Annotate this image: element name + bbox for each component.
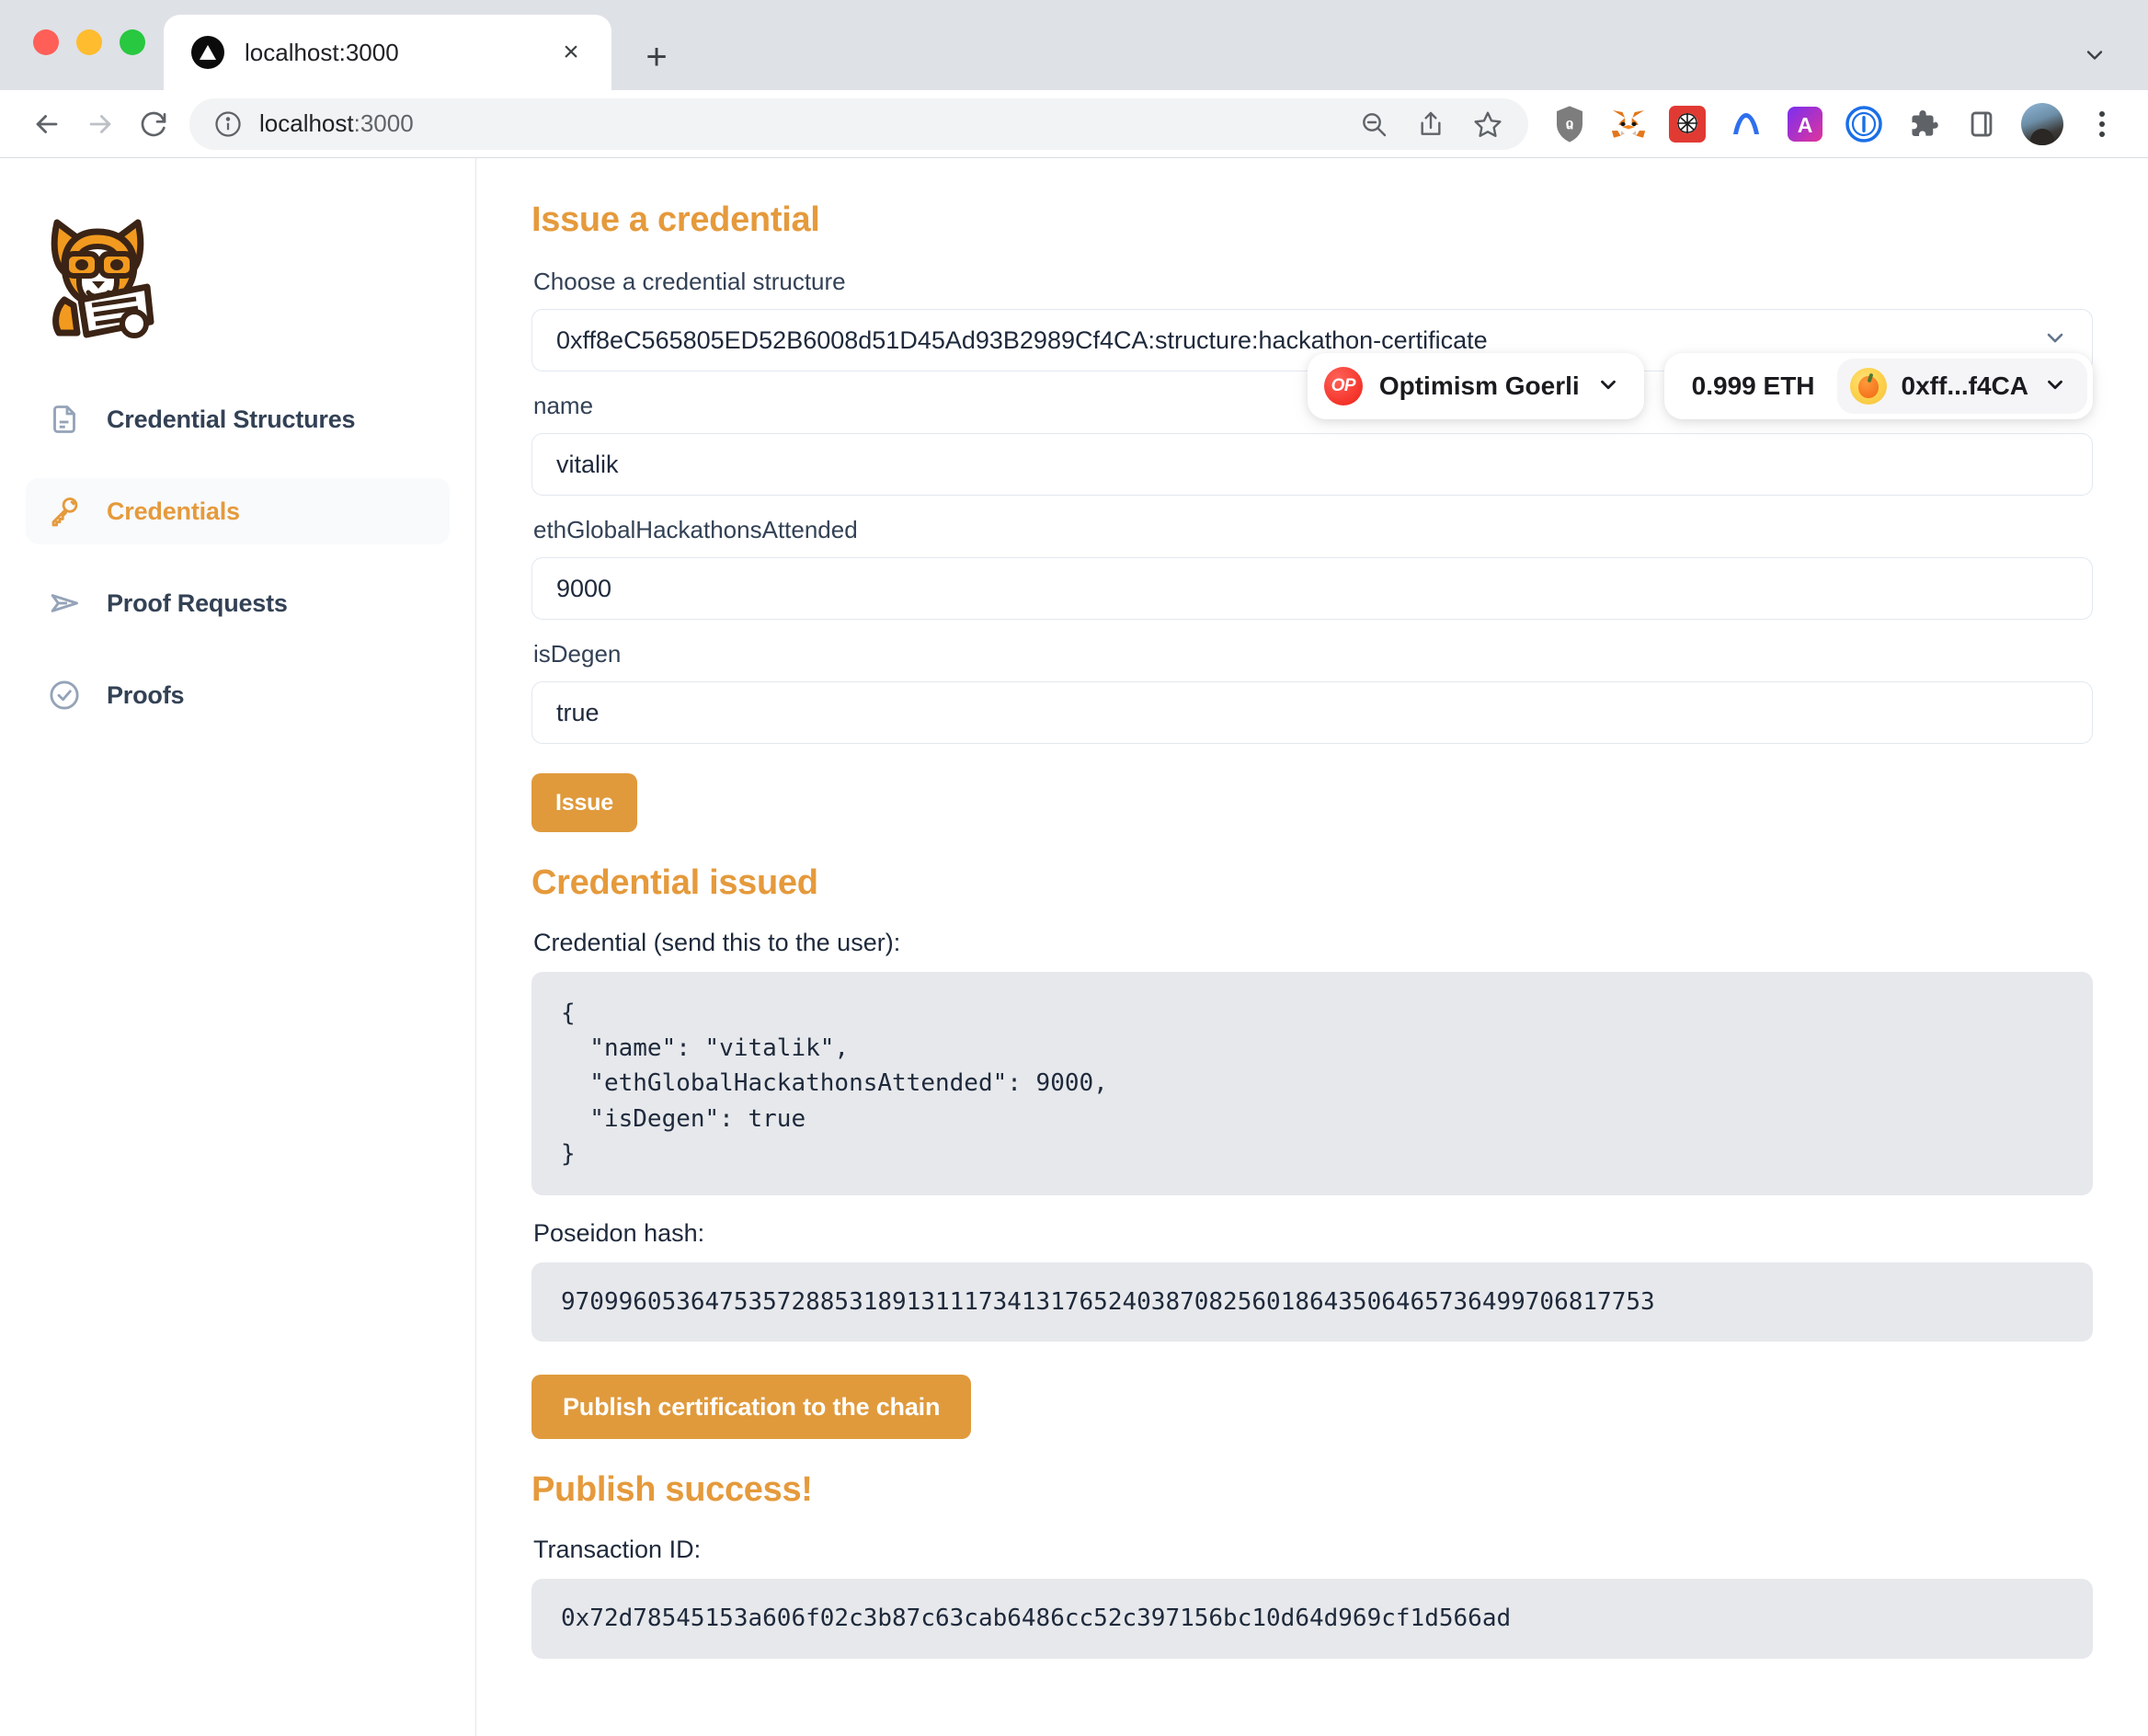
transaction-id-output: 0x72d78545153a606f02c3b87c63cab6486cc52c…	[531, 1579, 2093, 1659]
structure-select-label: Choose a credential structure	[533, 268, 846, 295]
side-panel-icon[interactable]	[1962, 105, 2001, 143]
share-icon[interactable]	[1414, 108, 1447, 141]
publish-success-heading: Publish success!	[531, 1470, 813, 1510]
reload-icon[interactable]	[127, 97, 180, 151]
onepassword-icon[interactable]	[1845, 105, 1883, 143]
wallet-balance: 0.999 ETH	[1691, 371, 1815, 400]
sidebar-item-credential-structures[interactable]: Credential Structures	[26, 386, 450, 452]
new-tab-button[interactable]: +	[634, 35, 679, 79]
credential-output-label: Credential (send this to the user):	[533, 929, 901, 956]
publish-certification-button[interactable]: Publish certification to the chain	[531, 1375, 972, 1440]
chevron-down-icon	[1596, 372, 1620, 401]
arc-icon[interactable]	[1727, 105, 1765, 143]
chain-name-label: Optimism Goerli	[1378, 371, 1580, 400]
page-content: Credential Structures Credentials Proof …	[0, 158, 2148, 1736]
close-tab-icon[interactable]: ×	[551, 32, 591, 73]
paper-plane-icon	[46, 585, 83, 622]
credential-issued-heading: Credential issued	[531, 863, 818, 902]
sidebar-item-credentials[interactable]: Credentials	[26, 478, 450, 544]
optimism-badge-icon: OP	[1323, 367, 1363, 405]
nextjs-triangle-icon	[191, 36, 224, 69]
sidebar-item-label: Proofs	[107, 680, 185, 709]
hackathons-input[interactable]: 9000	[531, 557, 2093, 620]
url-port: :3000	[353, 109, 414, 137]
name-input[interactable]: vitalik	[531, 433, 2093, 496]
address-bar-url: localhost:3000	[259, 109, 414, 138]
ublock-origin-icon[interactable]: uo	[1550, 105, 1589, 143]
omnibox-actions	[1357, 108, 1510, 141]
account-container: 0.999 ETH 0xff...f4CA	[1663, 353, 2093, 419]
browser-tab[interactable]: localhost:3000 ×	[164, 15, 611, 90]
rabby-wallet-icon[interactable]	[1668, 105, 1707, 143]
metamask-icon[interactable]	[1609, 105, 1648, 143]
sidebar-item-proof-requests[interactable]: Proof Requests	[26, 570, 450, 636]
minimize-window-button[interactable]	[76, 29, 102, 55]
credential-json-output: { "name": "vitalik", "ethGlobalHackathon…	[531, 972, 2093, 1196]
sidebar-item-label: Credentials	[107, 497, 240, 525]
sidebar: Credential Structures Credentials Proof …	[0, 158, 476, 1736]
key-icon	[46, 493, 83, 530]
back-icon[interactable]	[20, 97, 74, 151]
issue-button[interactable]: Issue	[531, 773, 637, 832]
check-circle-icon	[46, 677, 83, 714]
wallet-header: OP Optimism Goerli 0.999 ETH 0xff...f4CA	[1307, 353, 2093, 419]
chevron-down-icon	[2042, 325, 2068, 357]
alby-icon[interactable]: A	[1786, 105, 1824, 143]
zoom-out-icon[interactable]	[1357, 108, 1390, 141]
maximize-window-button[interactable]	[120, 29, 145, 55]
document-icon	[46, 401, 83, 438]
sidebar-item-label: Credential Structures	[107, 405, 356, 433]
browser-titlebar: localhost:3000 × +	[0, 0, 2148, 90]
close-window-button[interactable]	[33, 29, 59, 55]
account-address-label: 0xff...f4CA	[1901, 371, 2028, 400]
sidebar-item-label: Proof Requests	[107, 588, 288, 617]
tab-list-chevron-down-icon[interactable]	[2076, 37, 2113, 74]
isdegen-input[interactable]: true	[531, 681, 2093, 744]
account-avatar	[1849, 368, 1887, 405]
poseidon-hash-output: 9709960536475357288531891311173413176524…	[531, 1262, 2093, 1342]
browser-menu-icon[interactable]	[2084, 103, 2120, 145]
extensions-puzzle-icon[interactable]	[1903, 105, 1942, 143]
profile-avatar[interactable]	[2021, 102, 2063, 145]
transaction-id-label: Transaction ID:	[533, 1536, 702, 1564]
forward-icon[interactable]	[74, 97, 127, 151]
sidebar-item-proofs[interactable]: Proofs	[26, 662, 450, 728]
main-content: OP Optimism Goerli 0.999 ETH 0xff...f4CA	[476, 158, 2148, 1736]
chevron-down-icon	[2043, 372, 2067, 401]
credential-structure-value: 0xff8eC565805ED52B6008d51D45Ad93B2989Cf4…	[556, 326, 1488, 354]
corgi-reading-document-logo	[33, 208, 166, 340]
url-host: localhost	[259, 109, 354, 137]
tab-title: localhost:3000	[245, 38, 399, 66]
address-bar[interactable]: localhost:3000	[189, 97, 1528, 150]
hackathons-field-label: ethGlobalHackathonsAttended	[533, 516, 858, 543]
browser-extensions: uo A	[1550, 102, 2120, 145]
svg-text:A: A	[1798, 113, 1813, 137]
window-traffic-lights	[33, 29, 145, 55]
browser-toolbar: localhost:3000 uo A	[0, 90, 2148, 158]
svg-text:o: o	[1566, 117, 1574, 131]
browser-window: localhost:3000 × + localhost:3000 u o A …	[0, 0, 2148, 1736]
sidebar-nav: Credential Structures Credentials Proof …	[0, 386, 475, 728]
site-info-icon[interactable]	[213, 109, 243, 139]
chain-selector-button[interactable]: OP Optimism Goerli	[1307, 353, 1644, 419]
page-title: Issue a credential	[531, 200, 820, 239]
isdegen-field-label: isDegen	[533, 640, 622, 668]
poseidon-hash-label: Poseidon hash:	[533, 1219, 705, 1248]
account-button[interactable]: 0xff...f4CA	[1836, 359, 2087, 414]
bookmark-star-icon[interactable]	[1471, 108, 1504, 141]
